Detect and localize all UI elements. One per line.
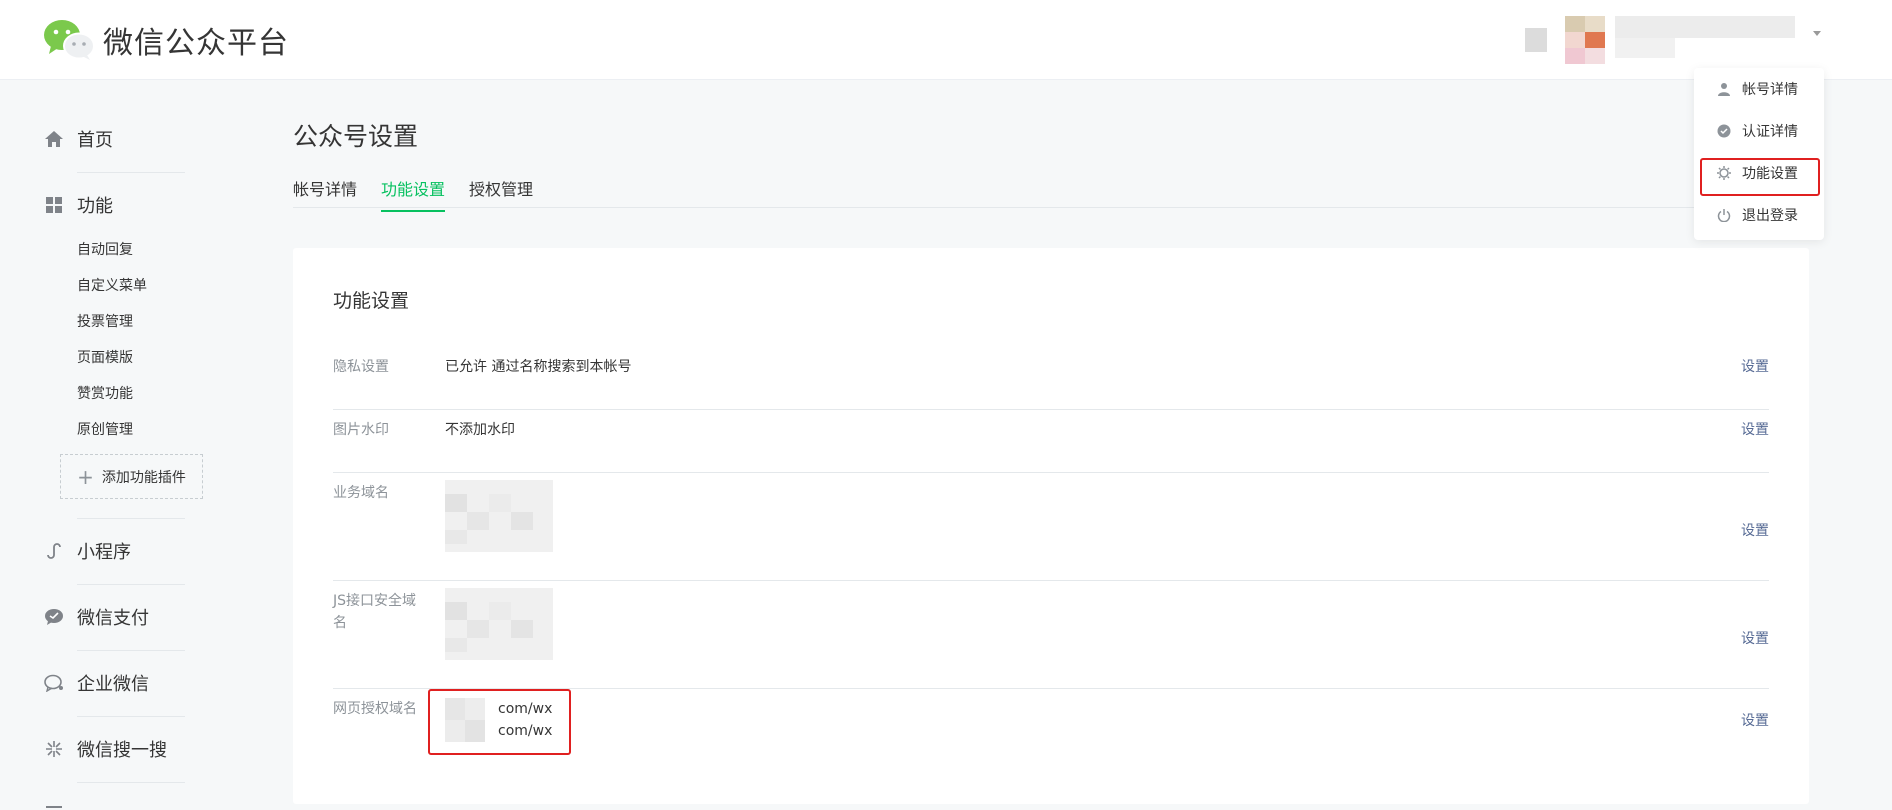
add-plugin-label: 添加功能插件: [101, 469, 186, 486]
sidebar-item-wechat-search[interactable]: 微信搜一搜: [44, 736, 167, 762]
account-info[interactable]: [1525, 14, 1825, 64]
sidebar-item-more[interactable]: [44, 802, 77, 810]
sidebar-item-wechat-pay[interactable]: 微信支付: [44, 604, 149, 630]
menu-icon: [44, 802, 64, 810]
tab-bar: 帐号详情 功能设置 授权管理: [293, 172, 1809, 212]
settings-link[interactable]: 设置: [1741, 710, 1769, 732]
settings-row-privacy: 隐私设置 已允许 通过名称搜索到本帐号 设置: [333, 356, 1769, 410]
wechat-logo-icon: [43, 19, 95, 61]
sidebar-item-label: 微信搜一搜: [77, 740, 167, 761]
top-header: 微信公众平台: [0, 0, 1892, 80]
divider: [77, 782, 185, 783]
grid-icon: [44, 195, 64, 215]
sidebar-item-label: 首页: [77, 130, 113, 151]
tab-feature-settings[interactable]: 功能设置: [381, 176, 446, 212]
plus-icon: +: [77, 464, 94, 489]
redacted-domain-list: [445, 480, 553, 552]
settings-link[interactable]: 设置: [1741, 356, 1769, 378]
wechat-pay-icon: [44, 607, 64, 627]
row-label: JS接口安全域名: [333, 593, 417, 631]
user-icon: [1716, 81, 1732, 97]
row-label: 网页授权域名: [333, 701, 417, 717]
chevron-down-icon[interactable]: [1813, 31, 1821, 36]
sidebar-item-label: 微信支付: [77, 608, 149, 629]
sidebar-item-mini-program[interactable]: 小程序: [44, 538, 131, 564]
settings-link[interactable]: 设置: [1741, 419, 1769, 441]
settings-link[interactable]: 设置: [1741, 628, 1769, 650]
work-wechat-icon: [44, 673, 64, 693]
menu-item-verification[interactable]: 认证详情: [1694, 110, 1824, 152]
divider: [77, 172, 185, 173]
divider: [77, 584, 185, 585]
menu-item-label: 认证详情: [1742, 124, 1798, 140]
sidebar: 首页 功能 自动回复 自定义菜单 投票管理 页面模版 赞赏功能 原创管理 + 添…: [0, 80, 250, 810]
sidebar-subitem-page-template[interactable]: 页面模版: [77, 347, 133, 367]
power-icon: [1716, 207, 1732, 223]
avatar-placeholder: [1525, 28, 1547, 52]
search-sparkle-icon: [44, 739, 64, 759]
sidebar-item-home[interactable]: 首页: [44, 126, 113, 152]
row-label: 图片水印: [333, 422, 389, 438]
row-value: 不添加水印: [445, 422, 515, 438]
settings-row-js-domain: JS接口安全域名 设置: [333, 588, 1769, 689]
highlight-box-feature-settings: [1700, 158, 1820, 196]
page-title: 公众号设置: [293, 122, 419, 151]
row-label: 隐私设置: [333, 359, 389, 375]
card-title: 功能设置: [333, 290, 410, 312]
brand-title: 微信公众平台: [103, 26, 289, 61]
logo[interactable]: 微信公众平台: [43, 18, 289, 62]
account-name-placeholder: [1615, 16, 1795, 38]
sidebar-subitem-reward[interactable]: 赞赏功能: [77, 383, 133, 403]
settings-row-watermark: 图片水印 不添加水印 设置: [333, 419, 1769, 473]
add-plugin-button[interactable]: + 添加功能插件: [60, 454, 203, 499]
divider: [77, 518, 185, 519]
sidebar-item-label: 企业微信: [77, 674, 149, 695]
sidebar-subitem-original[interactable]: 原创管理: [77, 419, 133, 439]
sidebar-subitem-vote[interactable]: 投票管理: [77, 311, 133, 331]
highlight-box-oauth-domain: [428, 689, 571, 755]
menu-item-account-details[interactable]: 帐号详情: [1694, 68, 1824, 110]
tab-authorization[interactable]: 授权管理: [469, 176, 533, 210]
menu-item-label: 退出登录: [1742, 208, 1798, 224]
account-dropdown-menu: 帐号详情 认证详情 功能设置 退出登录: [1694, 68, 1824, 240]
sidebar-item-work-wechat[interactable]: 企业微信: [44, 670, 149, 696]
tab-account-details[interactable]: 帐号详情: [293, 176, 357, 210]
settings-link[interactable]: 设置: [1741, 520, 1769, 542]
sidebar-item-features[interactable]: 功能: [44, 192, 113, 218]
divider: [77, 716, 185, 717]
divider: [77, 650, 185, 651]
sidebar-item-label: 小程序: [77, 542, 131, 563]
avatar[interactable]: [1565, 16, 1605, 64]
sidebar-item-label: 功能: [77, 196, 113, 217]
sidebar-subitem-custom-menu[interactable]: 自定义菜单: [77, 275, 147, 295]
sidebar-subitem-auto-reply[interactable]: 自动回复: [77, 239, 133, 259]
menu-item-logout[interactable]: 退出登录: [1694, 194, 1824, 236]
row-label: 业务域名: [333, 485, 389, 501]
settings-row-business-domain: 业务域名 设置: [333, 480, 1769, 581]
row-value: 已允许 通过名称搜索到本帐号: [445, 359, 632, 375]
menu-item-label: 帐号详情: [1742, 82, 1798, 98]
redacted-domain-list: [445, 588, 553, 660]
mini-program-icon: [44, 541, 64, 561]
verified-icon: [1716, 123, 1732, 139]
home-icon: [44, 129, 64, 149]
